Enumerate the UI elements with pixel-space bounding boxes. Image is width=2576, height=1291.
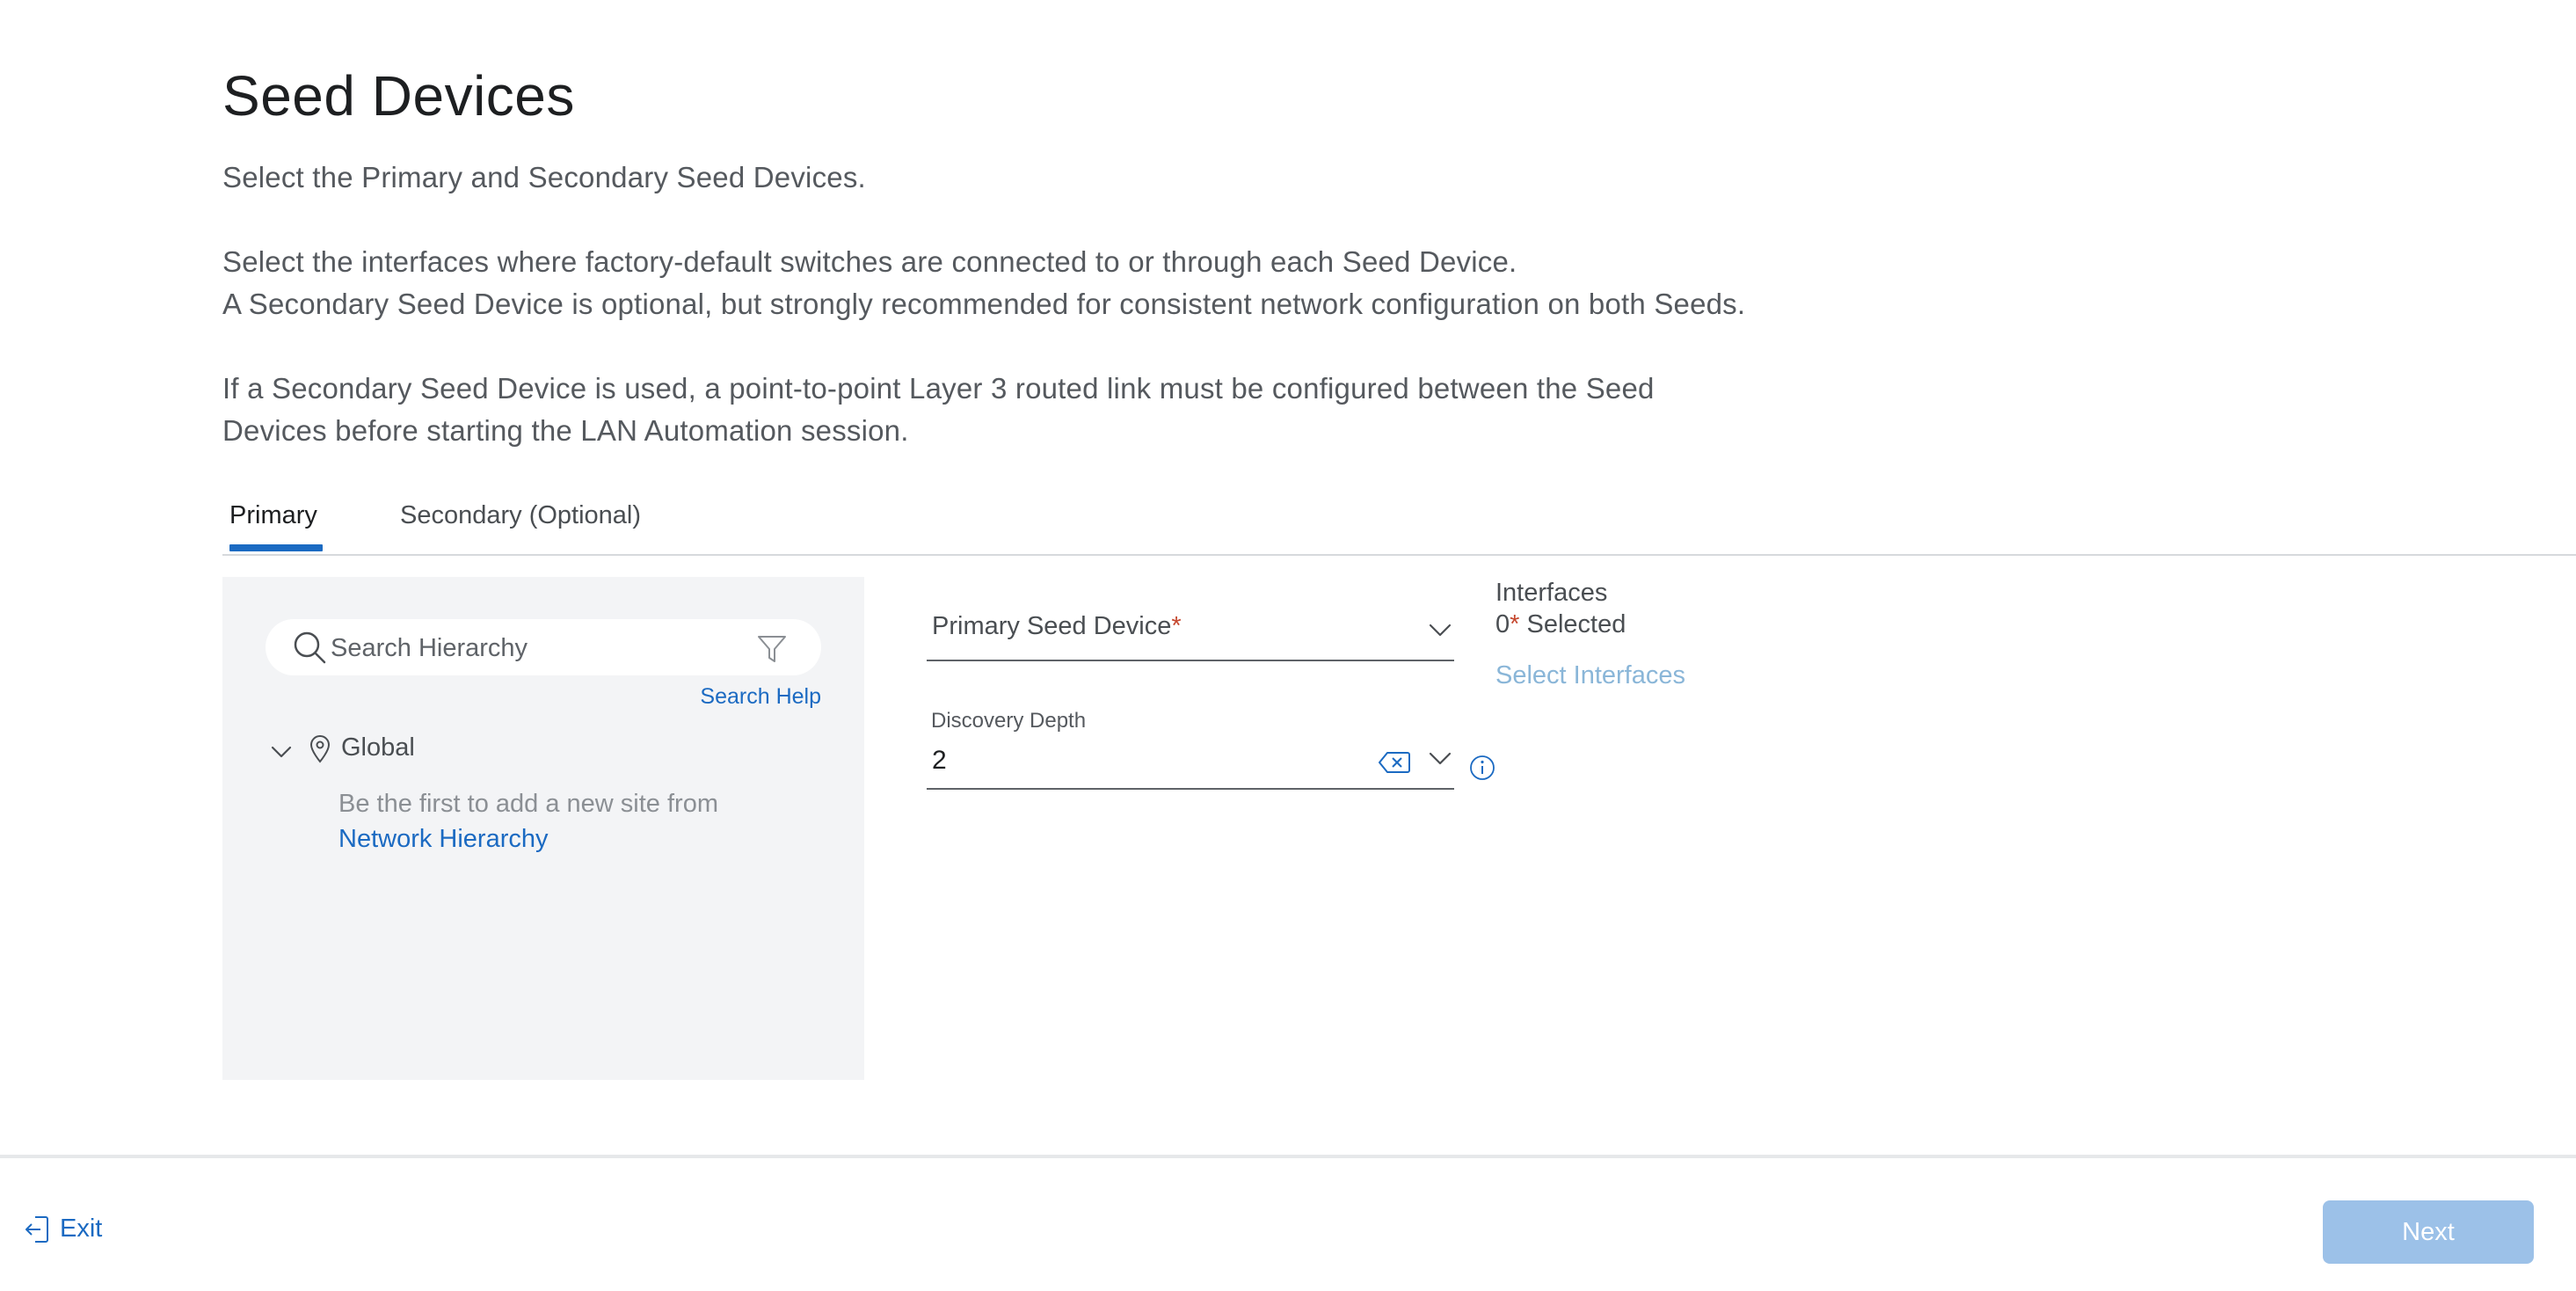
wizard-footer: Exit Next (0, 1155, 2576, 1291)
seed-tabs: Primary Secondary (Optional) (222, 492, 2576, 556)
page-intro: Select the Primary and Secondary Seed De… (222, 161, 866, 193)
discovery-depth-label: Discovery Depth (931, 709, 1087, 733)
exit-label: Exit (60, 1214, 103, 1243)
empty-message-text: Be the first to add a new site from (338, 790, 718, 818)
hierarchy-empty-message: Be the first to add a new site from Netw… (338, 786, 718, 857)
hierarchy-search (266, 619, 821, 677)
chevron-down-icon[interactable] (270, 740, 293, 763)
required-marker: * (1510, 610, 1520, 638)
interfaces-count-value: 0 (1495, 610, 1510, 638)
info-icon[interactable] (1469, 755, 1495, 781)
page-title: Seed Devices (222, 64, 575, 128)
exit-icon (25, 1216, 48, 1243)
interfaces-label: Interfaces (1495, 579, 1608, 607)
active-tab-indicator (229, 544, 323, 551)
location-pin-icon (309, 735, 331, 763)
hierarchy-panel: Search Help Global Be the first to add a… (222, 577, 864, 1080)
filter-icon[interactable] (756, 633, 788, 665)
tree-label-global: Global (341, 733, 415, 762)
page-description-line-2: A Secondary Seed Device is optional, but… (222, 288, 1746, 320)
discovery-depth-value: 2 (932, 746, 947, 775)
chevron-down-icon[interactable] (1428, 617, 1452, 642)
clear-icon[interactable] (1379, 751, 1410, 774)
select-interfaces-link[interactable]: Select Interfaces (1495, 661, 1685, 690)
interfaces-count-suffix: Selected (1519, 610, 1626, 638)
tab-primary[interactable]: Primary (229, 501, 317, 546)
primary-seed-device-text: Primary Seed Device (932, 612, 1172, 640)
page-description-line-4: Devices before starting the LAN Automati… (222, 414, 909, 447)
search-icon (294, 631, 326, 664)
page-description-line-1: Select the interfaces where factory-defa… (222, 245, 1517, 278)
tab-secondary-optional[interactable]: Secondary (Optional) (400, 501, 641, 546)
primary-seed-device-select[interactable]: Primary Seed Device* (927, 598, 1454, 661)
required-marker: * (1171, 612, 1182, 640)
next-button[interactable]: Next (2323, 1200, 2534, 1264)
hierarchy-search-input[interactable] (329, 619, 754, 677)
interfaces-selected-count: 0* Selected (1495, 610, 1626, 639)
seed-devices-page: Seed Devices Select the Primary and Seco… (0, 0, 2576, 1291)
search-help-link[interactable]: Search Help (700, 684, 821, 710)
page-description-line-3: If a Secondary Seed Device is used, a po… (222, 372, 1655, 405)
network-hierarchy-link[interactable]: Network Hierarchy (338, 821, 549, 857)
primary-seed-device-label: Primary Seed Device* (932, 612, 1182, 641)
chevron-down-icon[interactable] (1428, 746, 1452, 770)
discovery-depth-select[interactable]: 2 (927, 735, 1454, 790)
